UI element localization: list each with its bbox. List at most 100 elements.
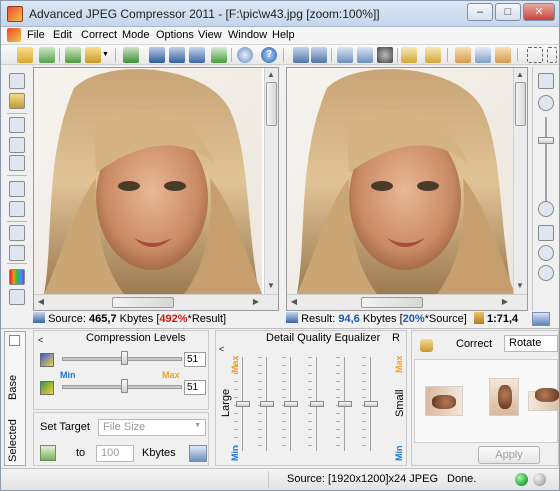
layout-icon[interactable] <box>532 312 550 326</box>
copy-window-icon[interactable] <box>9 137 25 153</box>
target-icon[interactable] <box>538 265 554 281</box>
lasso-select-icon[interactable] <box>547 47 557 63</box>
target-value-input[interactable]: 100 <box>96 445 134 462</box>
correct-type-select[interactable]: Rotate <box>504 335 558 352</box>
compression-level-2[interactable]: 51 <box>184 380 206 395</box>
eq-slider-6[interactable] <box>362 357 378 451</box>
scroll-left-arrow-icon[interactable]: ◀ <box>35 296 47 308</box>
target-type-select[interactable]: File Size ▼ <box>98 419 206 436</box>
zoom-search-icon[interactable] <box>538 245 554 261</box>
eq-slider-3[interactable] <box>282 357 298 451</box>
menu-options[interactable]: Options <box>156 29 194 41</box>
scroll-right-arrow-icon[interactable]: ▶ <box>250 296 262 308</box>
tab-selected[interactable]: Selected <box>7 419 19 462</box>
zoom-window-icon[interactable] <box>9 73 25 89</box>
scroll-thumb[interactable] <box>361 297 423 308</box>
compression-slider-2-thumb[interactable] <box>121 379 129 393</box>
note-icon[interactable] <box>425 47 441 63</box>
rotate-left-thumbnail[interactable] <box>425 386 463 416</box>
result-horizontal-scrollbar[interactable]: ◀ ▶ <box>287 294 527 310</box>
eq-slider-5[interactable] <box>336 357 352 451</box>
save-icon[interactable] <box>149 47 165 63</box>
preview-eye-icon[interactable] <box>377 47 393 63</box>
eq-slider-thumb[interactable] <box>284 401 298 407</box>
rotate-right-thumbnail[interactable] <box>528 388 559 411</box>
eq-slider-1[interactable] <box>234 357 250 451</box>
eq-slider-thumb[interactable] <box>236 401 250 407</box>
crop-icon[interactable] <box>337 47 353 63</box>
select-tool-icon[interactable] <box>475 47 491 63</box>
eq-slider-thumb[interactable] <box>310 401 324 407</box>
compression-slider-1-thumb[interactable] <box>121 351 129 365</box>
zoom-slider-thumb[interactable] <box>538 137 554 144</box>
apply-target-icon[interactable] <box>40 445 56 461</box>
menu-correct[interactable]: Correct <box>81 29 117 41</box>
eq-slider-4[interactable] <box>308 357 324 451</box>
menu-view[interactable]: View <box>198 29 222 41</box>
reload-icon[interactable] <box>65 47 81 63</box>
dropdown-arrow-icon[interactable]: ▼ <box>101 47 110 63</box>
eq-slider-2[interactable] <box>258 357 274 451</box>
channels-icon[interactable] <box>9 225 25 241</box>
close-button[interactable]: ✕ <box>523 3 555 21</box>
zoom-fit-icon[interactable] <box>9 201 25 217</box>
menu-mode[interactable]: Mode <box>122 29 150 41</box>
scroll-thumb[interactable] <box>266 82 277 126</box>
scroll-right-arrow-icon[interactable]: ▶ <box>499 296 511 308</box>
menu-file[interactable]: File <box>27 29 45 41</box>
scroll-up-arrow-icon[interactable]: ▲ <box>514 69 526 81</box>
zoom-actual-icon[interactable] <box>538 225 554 241</box>
layers-icon[interactable] <box>9 245 25 261</box>
browse-icon[interactable] <box>85 47 101 63</box>
collapse-arrow-icon[interactable]: < <box>38 335 43 345</box>
minimize-button[interactable]: – <box>467 3 493 21</box>
menu-edit[interactable]: Edit <box>53 29 72 41</box>
view-single-icon[interactable] <box>311 47 327 63</box>
open-icon[interactable] <box>17 47 33 63</box>
export-icon[interactable] <box>211 47 227 63</box>
zoom-in-icon[interactable] <box>9 181 25 197</box>
zoom-reset-icon[interactable] <box>538 95 554 111</box>
pan-tool-icon[interactable] <box>495 47 511 63</box>
eq-slider-thumb[interactable] <box>364 401 378 407</box>
scroll-down-arrow-icon[interactable]: ▼ <box>265 280 277 292</box>
source-vertical-scrollbar[interactable]: ▲ ▼ <box>264 68 278 294</box>
scroll-left-arrow-icon[interactable]: ◀ <box>288 296 300 308</box>
view-split-icon[interactable] <box>293 47 309 63</box>
target-calc-icon[interactable] <box>189 445 207 462</box>
source-image-pane[interactable]: ▲ ▼ ◀ ▶ <box>33 67 279 311</box>
scroll-thumb[interactable] <box>112 297 174 308</box>
menu-help[interactable]: Help <box>272 29 295 41</box>
result-image-pane[interactable]: ▲ ▼ ◀ ▶ <box>286 67 528 311</box>
scroll-down-arrow-icon[interactable]: ▼ <box>514 280 526 292</box>
histogram-icon[interactable] <box>9 269 25 285</box>
scroll-thumb[interactable] <box>515 82 526 126</box>
panel-toggle-checkbox[interactable] <box>9 335 20 346</box>
apply-button[interactable]: Apply <box>478 446 540 464</box>
zoom-out-icon[interactable] <box>538 201 554 217</box>
hand-tool-icon[interactable] <box>455 47 471 63</box>
zoom-slider-track[interactable] <box>545 117 547 203</box>
save-options-icon[interactable] <box>189 47 205 63</box>
eq-slider-thumb[interactable] <box>260 401 274 407</box>
key-icon[interactable] <box>9 93 25 109</box>
open-folder-icon[interactable] <box>39 47 55 63</box>
tab-base[interactable]: Base <box>7 375 19 400</box>
eq-slider-thumb[interactable] <box>338 401 352 407</box>
levels-icon[interactable] <box>9 289 25 305</box>
edit-icon[interactable] <box>401 47 417 63</box>
compare-icon[interactable] <box>9 117 25 133</box>
rect-select-icon[interactable] <box>527 47 543 63</box>
zoom-in-icon[interactable] <box>538 73 554 89</box>
source-horizontal-scrollbar[interactable]: ◀ ▶ <box>34 294 278 310</box>
maximize-button[interactable]: □ <box>495 3 521 21</box>
rotate-none-thumbnail[interactable] <box>489 378 519 416</box>
result-vertical-scrollbar[interactable]: ▲ ▼ <box>513 68 527 294</box>
collapse-arrow-icon[interactable]: < <box>219 344 224 354</box>
compression-level-1[interactable]: 51 <box>184 352 206 367</box>
save-as-icon[interactable] <box>169 47 185 63</box>
info-icon[interactable] <box>237 47 253 63</box>
batch-icon[interactable] <box>123 47 139 63</box>
scroll-up-arrow-icon[interactable]: ▲ <box>265 69 277 81</box>
menu-window[interactable]: Window <box>228 29 267 41</box>
